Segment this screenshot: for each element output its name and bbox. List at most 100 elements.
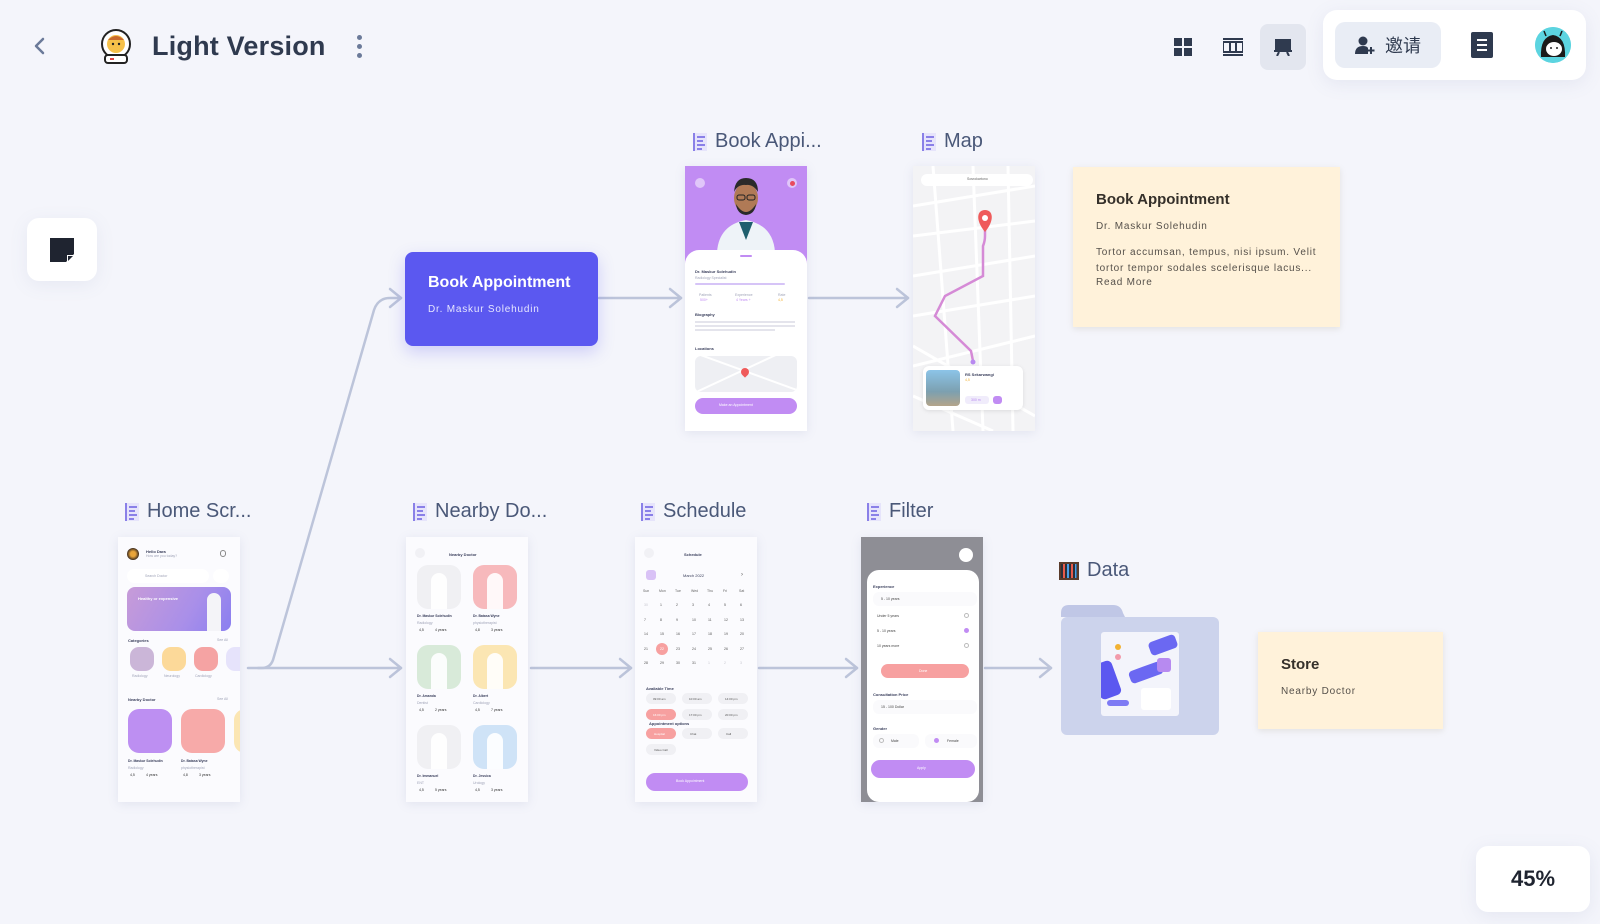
time-slot[interactable]: 09:00 am — [646, 693, 676, 704]
data-folder[interactable] — [1061, 605, 1219, 735]
calendar-day[interactable]: 12 — [724, 618, 728, 622]
calendar-day[interactable]: 30 — [644, 603, 648, 607]
back-icon[interactable] — [415, 548, 425, 558]
book-appointment-card[interactable]: Book Appointment Dr. Maskur Solehudin — [405, 252, 598, 346]
grid-view-button[interactable] — [1160, 24, 1206, 70]
time-slot[interactable]: 17:00 pm — [682, 709, 712, 720]
calendar-day[interactable]: 5 — [724, 603, 726, 607]
calendar-day[interactable]: 2 — [724, 661, 726, 665]
note-book-appointment[interactable]: Book Appointment Dr. Maskur Solehudin To… — [1073, 167, 1340, 327]
read-more-link[interactable]: Read More — [1096, 277, 1317, 288]
calendar-day[interactable]: 1 — [708, 661, 710, 665]
calendar-day[interactable]: 19 — [724, 632, 728, 636]
experience-radio[interactable] — [964, 628, 969, 633]
calendar-day[interactable]: 16 — [676, 632, 680, 636]
make-appointment-button[interactable]: Make an Appointment — [695, 398, 797, 414]
calendar-day[interactable]: 14 — [644, 632, 648, 636]
calendar-day[interactable]: 3 — [692, 603, 694, 607]
see-all-link[interactable]: See All — [217, 697, 228, 701]
presentation-view-button[interactable] — [1260, 24, 1306, 70]
calendar-day[interactable]: 17 — [692, 632, 696, 636]
close-icon[interactable] — [959, 548, 973, 562]
doctor-card-photo[interactable] — [181, 709, 225, 753]
calendar-day[interactable]: 27 — [740, 647, 744, 651]
see-all-link[interactable]: See All — [217, 638, 228, 642]
map-search-bar[interactable]: Sosrokartono — [921, 174, 1033, 186]
calendar-day[interactable]: 20 — [740, 632, 744, 636]
calendar-day[interactable]: 3 — [740, 661, 742, 665]
calendar-day[interactable]: 22 — [660, 647, 664, 651]
calendar-day[interactable]: 9 — [676, 618, 678, 622]
calendar-day[interactable]: 31 — [692, 661, 696, 665]
doctor-photo[interactable] — [473, 565, 517, 609]
time-slot[interactable]: 10:00 am — [682, 693, 712, 704]
more-options-button[interactable] — [354, 34, 366, 58]
prev-month-button[interactable] — [646, 570, 656, 580]
experience-radio[interactable] — [964, 643, 969, 648]
done-button[interactable]: Done — [881, 664, 969, 678]
bell-icon[interactable] — [220, 550, 226, 557]
apply-button[interactable]: Apply — [871, 760, 975, 778]
price-select[interactable]: 15 - 100 Dollar — [873, 700, 977, 714]
appointment-option[interactable]: Hospital — [646, 728, 676, 739]
screen-book-appointment[interactable]: Dr. Maskur Solehudin Radiology Specialis… — [685, 166, 807, 431]
calendar-day[interactable]: 6 — [740, 603, 742, 607]
back-icon[interactable] — [644, 548, 654, 558]
book-appointment-button[interactable]: Book Appointment — [646, 773, 748, 791]
appointment-option[interactable]: Video Call — [646, 744, 676, 755]
doctor-photo[interactable] — [473, 725, 517, 769]
go-button[interactable] — [993, 396, 1002, 404]
calendar-day[interactable]: 4 — [708, 603, 710, 607]
calendar-day[interactable]: 29 — [660, 661, 664, 665]
appointment-option[interactable]: Chat — [682, 728, 712, 739]
gender-female[interactable]: Female — [925, 734, 977, 748]
gender-male[interactable]: Male — [873, 734, 919, 748]
frame-label-nearby-doctor[interactable]: Nearby Do... — [413, 500, 547, 523]
frame-label-filter[interactable]: Filter — [867, 500, 933, 523]
experience-select[interactable]: 5 - 10 years — [873, 592, 977, 606]
calendar-day[interactable]: 30 — [676, 661, 680, 665]
filter-button[interactable] — [213, 569, 229, 583]
screen-filter[interactable]: Experience 5 - 10 years Under 5 years 5 -… — [861, 537, 983, 802]
screen-schedule[interactable]: Schedule March 2022 › Sun Mon Tue Wed Thu Fri… — [635, 537, 757, 802]
screen-nearby-doctor[interactable]: Nearby Doctor Dr. Maskur Solehudin Radiol… — [406, 537, 528, 802]
search-input[interactable]: Search Doctor — [127, 569, 209, 583]
user-avatar[interactable] — [1535, 27, 1571, 63]
calendar-day[interactable]: 10 — [692, 618, 696, 622]
calendar-day[interactable]: 11 — [708, 618, 712, 622]
doctor-photo[interactable] — [417, 725, 461, 769]
calendar-day[interactable]: 21 — [644, 647, 648, 651]
table-view-button[interactable] — [1210, 24, 1256, 70]
document-button[interactable] — [1471, 32, 1497, 58]
zoom-level-indicator[interactable]: 45% — [1476, 846, 1590, 912]
sticky-note-tool[interactable] — [27, 218, 97, 281]
back-button[interactable] — [28, 34, 52, 58]
invite-button[interactable]: 邀请 — [1335, 22, 1441, 68]
time-slot[interactable]: 14:00 pm — [718, 693, 748, 704]
calendar-day[interactable]: 25 — [708, 647, 712, 651]
doctor-card-photo[interactable] — [234, 709, 240, 753]
hospital-card[interactable]: RS Sekarwangi 4,5 300 m — [923, 366, 1023, 410]
category-neurology[interactable] — [162, 647, 186, 671]
time-slot[interactable]: 16:00 pm — [646, 709, 676, 720]
calendar-day[interactable]: 15 — [660, 632, 664, 636]
category-cardiology[interactable] — [194, 647, 218, 671]
category-dentist[interactable] — [226, 647, 240, 671]
appointment-option[interactable]: Call — [718, 728, 748, 739]
frame-label-schedule[interactable]: Schedule — [641, 500, 746, 523]
calendar-day[interactable]: 26 — [724, 647, 728, 651]
frame-label-data[interactable]: Data — [1059, 559, 1129, 582]
calendar-day[interactable]: 1 — [660, 603, 662, 607]
experience-radio[interactable] — [964, 613, 969, 618]
category-radiology[interactable] — [130, 647, 154, 671]
doctor-photo[interactable] — [417, 645, 461, 689]
doctor-card-photo[interactable] — [128, 709, 172, 753]
screen-home[interactable]: Hello Dara How are you today? Search Doc… — [118, 537, 240, 802]
calendar-day[interactable]: 28 — [644, 661, 648, 665]
frame-label-home-screen[interactable]: Home Scr... — [125, 500, 251, 523]
calendar-day[interactable]: 2 — [676, 603, 678, 607]
doctor-photo[interactable] — [417, 565, 461, 609]
frame-label-book-appointment[interactable]: Book Appi... — [693, 130, 822, 153]
calendar-day[interactable]: 8 — [660, 618, 662, 622]
calendar-day[interactable]: 24 — [692, 647, 696, 651]
